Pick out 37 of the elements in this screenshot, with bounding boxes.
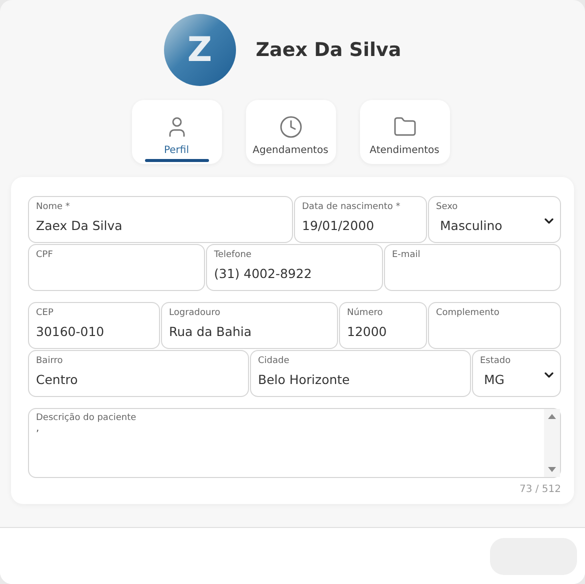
field-label: Logradouro [169, 308, 222, 318]
scrollbar[interactable] [544, 409, 560, 477]
description-field[interactable]: Descrição do paciente , [28, 408, 561, 478]
input-field[interactable]: Nome * Zaex Da Silva [28, 196, 293, 243]
field-label: Telefone [214, 250, 252, 260]
field-label: Número [347, 308, 384, 318]
tab[interactable]: Agendamentos [246, 100, 336, 164]
input-field[interactable]: Complemento [428, 302, 561, 349]
input-field[interactable]: Cidade Belo Horizonte [250, 350, 471, 397]
field-label: E-mail [392, 250, 422, 260]
input-field[interactable]: CEP 30160-010 [28, 302, 160, 349]
input-field[interactable]: Data de nascimento * 19/01/2000 [294, 196, 427, 243]
field-label: Bairro [36, 356, 64, 366]
field-label: Data de nascimento * [302, 202, 402, 212]
input-field[interactable]: Número 12000 [339, 302, 427, 349]
field-label: CPF [36, 250, 54, 260]
input-field[interactable]: Telefone (31) 4002-8922 [206, 244, 383, 291]
avatar: Z [164, 14, 236, 86]
input-field[interactable]: Logradouro Rua da Bahia [161, 302, 338, 349]
select-field[interactable]: Sexo Masculino [428, 196, 561, 243]
input-field[interactable]: Bairro Centro [28, 350, 249, 397]
field-label: Estado [480, 356, 512, 366]
input-field[interactable]: CPF [28, 244, 205, 291]
field-label: Descrição do paciente [36, 413, 138, 423]
patient-name: Zaex Da Silva [256, 39, 402, 61]
input-field[interactable]: E-mail [384, 244, 561, 291]
clock-icon [278, 114, 302, 138]
tab[interactable]: Atendimentos [360, 100, 450, 164]
character-counter: 73 / 512 [519, 484, 561, 495]
field-label: Cidade [258, 356, 290, 366]
field-label: Sexo [436, 202, 459, 212]
field-label: Nome * [36, 202, 71, 212]
field-label: CEP [36, 308, 54, 318]
folder-icon [392, 114, 416, 138]
tab[interactable]: Perfil [132, 100, 222, 164]
field-label: Complemento [436, 308, 500, 318]
select-field[interactable]: Estado MG [472, 350, 561, 397]
